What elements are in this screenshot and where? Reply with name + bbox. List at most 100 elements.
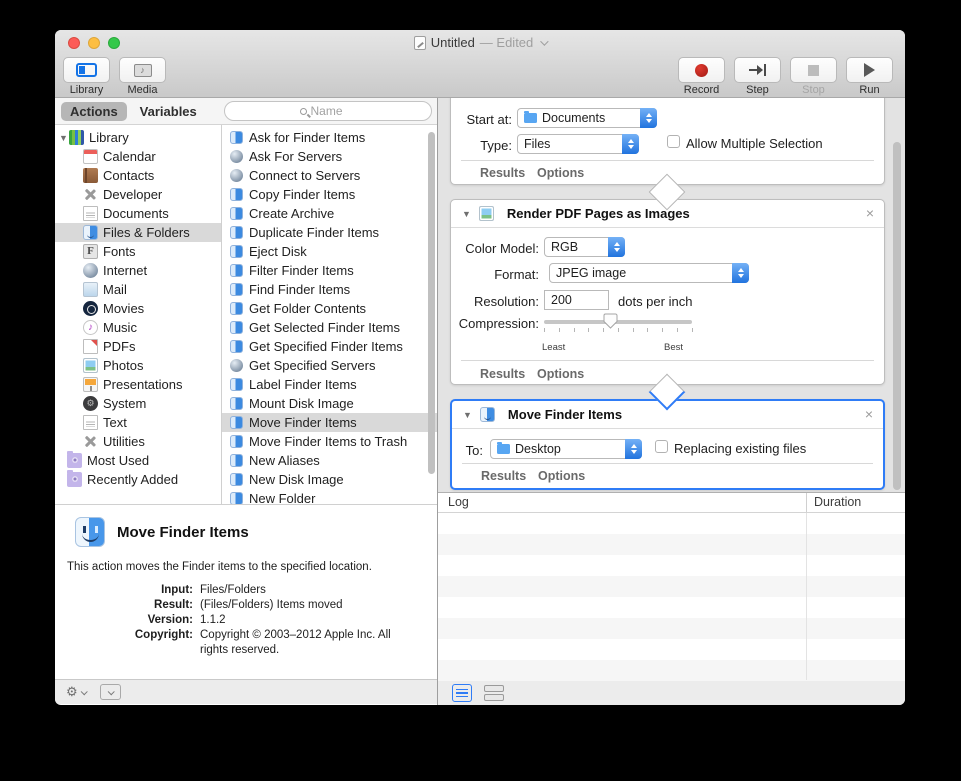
search-icon (299, 107, 307, 115)
titlebar[interactable]: Untitled — Edited (55, 30, 905, 55)
library-item-movies[interactable]: Movies (55, 299, 221, 318)
library-button[interactable] (63, 57, 110, 83)
run-button[interactable] (846, 57, 893, 83)
log-view-button[interactable] (452, 684, 472, 702)
workflow-canvas[interactable]: Start at: Documents Type: Files Allow Mu… (438, 98, 905, 493)
disclosure-triangle-icon[interactable]: ▼ (462, 209, 471, 219)
results-button[interactable]: Results (481, 469, 526, 483)
automator-window: Untitled — Edited Library ♪ Media Record… (55, 30, 905, 705)
action-item-label-finder-items[interactable]: Label Finder Items (222, 375, 437, 394)
action-item-duplicate-finder-items[interactable]: Duplicate Finder Items (222, 223, 437, 242)
library-item-developer[interactable]: Developer (55, 185, 221, 204)
library-item-mail[interactable]: Mail (55, 280, 221, 299)
library-item-utilities[interactable]: Utilities (55, 432, 221, 451)
tab-variables[interactable]: Variables (131, 102, 206, 121)
allow-multiple-selection-checkbox[interactable] (667, 135, 680, 148)
replacing-existing-files-checkbox[interactable] (655, 440, 668, 453)
zoom-window-button[interactable] (108, 37, 120, 49)
start-at-popup[interactable]: Documents (517, 108, 657, 128)
panel-toggle-button[interactable] (99, 684, 121, 700)
log-column-header[interactable]: Log (448, 495, 469, 509)
actions-scrollbar[interactable] (428, 132, 435, 474)
step-button[interactable] (734, 57, 781, 83)
library-item-root[interactable]: ▼ Library (55, 128, 221, 147)
action-item-move-finder-items[interactable]: Move Finder Items (222, 413, 437, 432)
duration-column-header[interactable]: Duration (814, 495, 861, 509)
library-item-most-used[interactable]: Most Used (55, 451, 221, 470)
disclosure-triangle-icon[interactable]: ▼ (463, 410, 472, 420)
action-item-filter-finder-items[interactable]: Filter Finder Items (222, 261, 437, 280)
library-item-text[interactable]: Text (55, 413, 221, 432)
library-item-music[interactable]: ♪ Music (55, 318, 221, 337)
action-item-copy-finder-items[interactable]: Copy Finder Items (222, 185, 437, 204)
library-item-presentations[interactable]: Presentations (55, 375, 221, 394)
action-item-new-folder[interactable]: New Folder (222, 489, 437, 504)
right-column: Start at: Documents Type: Files Allow Mu… (437, 98, 905, 705)
options-button[interactable]: Options (538, 469, 585, 483)
log-row (438, 576, 905, 597)
workflow-card-render-pdf-pages[interactable]: ▼ Render PDF Pages as Images × Color Mod… (450, 199, 885, 385)
library-item-documents[interactable]: Documents (55, 204, 221, 223)
library-item-system[interactable]: ⚙ System (55, 394, 221, 413)
action-item-find-finder-items[interactable]: Find Finder Items (222, 280, 437, 299)
action-item-eject-disk[interactable]: Eject Disk (222, 242, 437, 261)
results-button[interactable]: Results (480, 367, 525, 381)
action-item-get-specified-servers[interactable]: Get Specified Servers (222, 356, 437, 375)
minimize-window-button[interactable] (88, 37, 100, 49)
log-row (438, 534, 905, 555)
close-icon[interactable]: × (865, 406, 873, 422)
action-item-get-folder-contents[interactable]: Get Folder Contents (222, 299, 437, 318)
gear-icon[interactable]: ⚙ (66, 684, 78, 700)
media-toolbar-item: ♪ Media (119, 57, 166, 96)
workflow-card-move-finder-items[interactable]: ▼ Move Finder Items × To: Desktop Replac… (450, 399, 885, 490)
stop-button[interactable] (790, 57, 837, 83)
document-icon (413, 35, 426, 50)
description-summary: This action moves the Finder items to th… (67, 561, 372, 573)
color-model-popup[interactable]: RGB (544, 237, 625, 257)
results-button[interactable]: Results (480, 166, 525, 180)
search-field[interactable] (224, 101, 432, 121)
library-item-internet[interactable]: Internet (55, 261, 221, 280)
finder-icon (230, 321, 243, 334)
resolution-input[interactable]: 200 (544, 290, 609, 310)
library-item-recently-added[interactable]: Recently Added (55, 470, 221, 489)
type-popup[interactable]: Files (517, 134, 639, 154)
options-button[interactable]: Options (537, 367, 584, 381)
action-item-ask-for-servers[interactable]: Ask For Servers (222, 147, 437, 166)
disclosure-triangle-icon[interactable]: ▼ (59, 133, 69, 143)
action-item-create-archive[interactable]: Create Archive (222, 204, 437, 223)
action-item-connect-to-servers[interactable]: Connect to Servers (222, 166, 437, 185)
library-item-fonts[interactable]: F Fonts (55, 242, 221, 261)
to-popup[interactable]: Desktop (490, 439, 642, 459)
format-popup[interactable]: JPEG image (549, 263, 749, 283)
column-divider[interactable] (806, 493, 807, 512)
search-input[interactable] (310, 104, 357, 118)
variables-view-button[interactable] (484, 684, 504, 702)
compression-slider-thumb[interactable] (603, 313, 618, 334)
tab-actions[interactable]: Actions (61, 101, 127, 121)
library-item-pdfs[interactable]: PDFs (55, 337, 221, 356)
library-item-photos[interactable]: Photos (55, 356, 221, 375)
media-button[interactable]: ♪ (119, 57, 166, 83)
library-pane: ▼ Library Calendar Contacts Developer Doc… (55, 125, 222, 504)
title-chevron-icon[interactable] (540, 36, 549, 46)
library-item-files-folders[interactable]: Files & Folders (55, 223, 221, 242)
compression-slider-track[interactable] (544, 320, 692, 324)
workflow-scrollbar[interactable] (893, 142, 901, 490)
action-item-get-specified-finder-items[interactable]: Get Specified Finder Items (222, 337, 437, 356)
workflow-card-ask-for-finder-items[interactable]: Start at: Documents Type: Files Allow Mu… (450, 98, 885, 185)
action-item-get-selected-finder-items[interactable]: Get Selected Finder Items (222, 318, 437, 337)
record-button[interactable] (678, 57, 725, 83)
action-item-new-disk-image[interactable]: New Disk Image (222, 470, 437, 489)
gear-chevron-icon[interactable] (80, 687, 88, 695)
close-window-button[interactable] (68, 37, 80, 49)
library-item-calendar[interactable]: Calendar (55, 147, 221, 166)
action-item-ask-for-finder-items[interactable]: Ask for Finder Items (222, 128, 437, 147)
action-item-mount-disk-image[interactable]: Mount Disk Image (222, 394, 437, 413)
library-item-contacts[interactable]: Contacts (55, 166, 221, 185)
finder-icon (230, 264, 243, 277)
close-icon[interactable]: × (866, 205, 874, 221)
action-item-move-finder-items-to-trash[interactable]: Move Finder Items to Trash (222, 432, 437, 451)
action-item-new-aliases[interactable]: New Aliases (222, 451, 437, 470)
options-button[interactable]: Options (537, 166, 584, 180)
